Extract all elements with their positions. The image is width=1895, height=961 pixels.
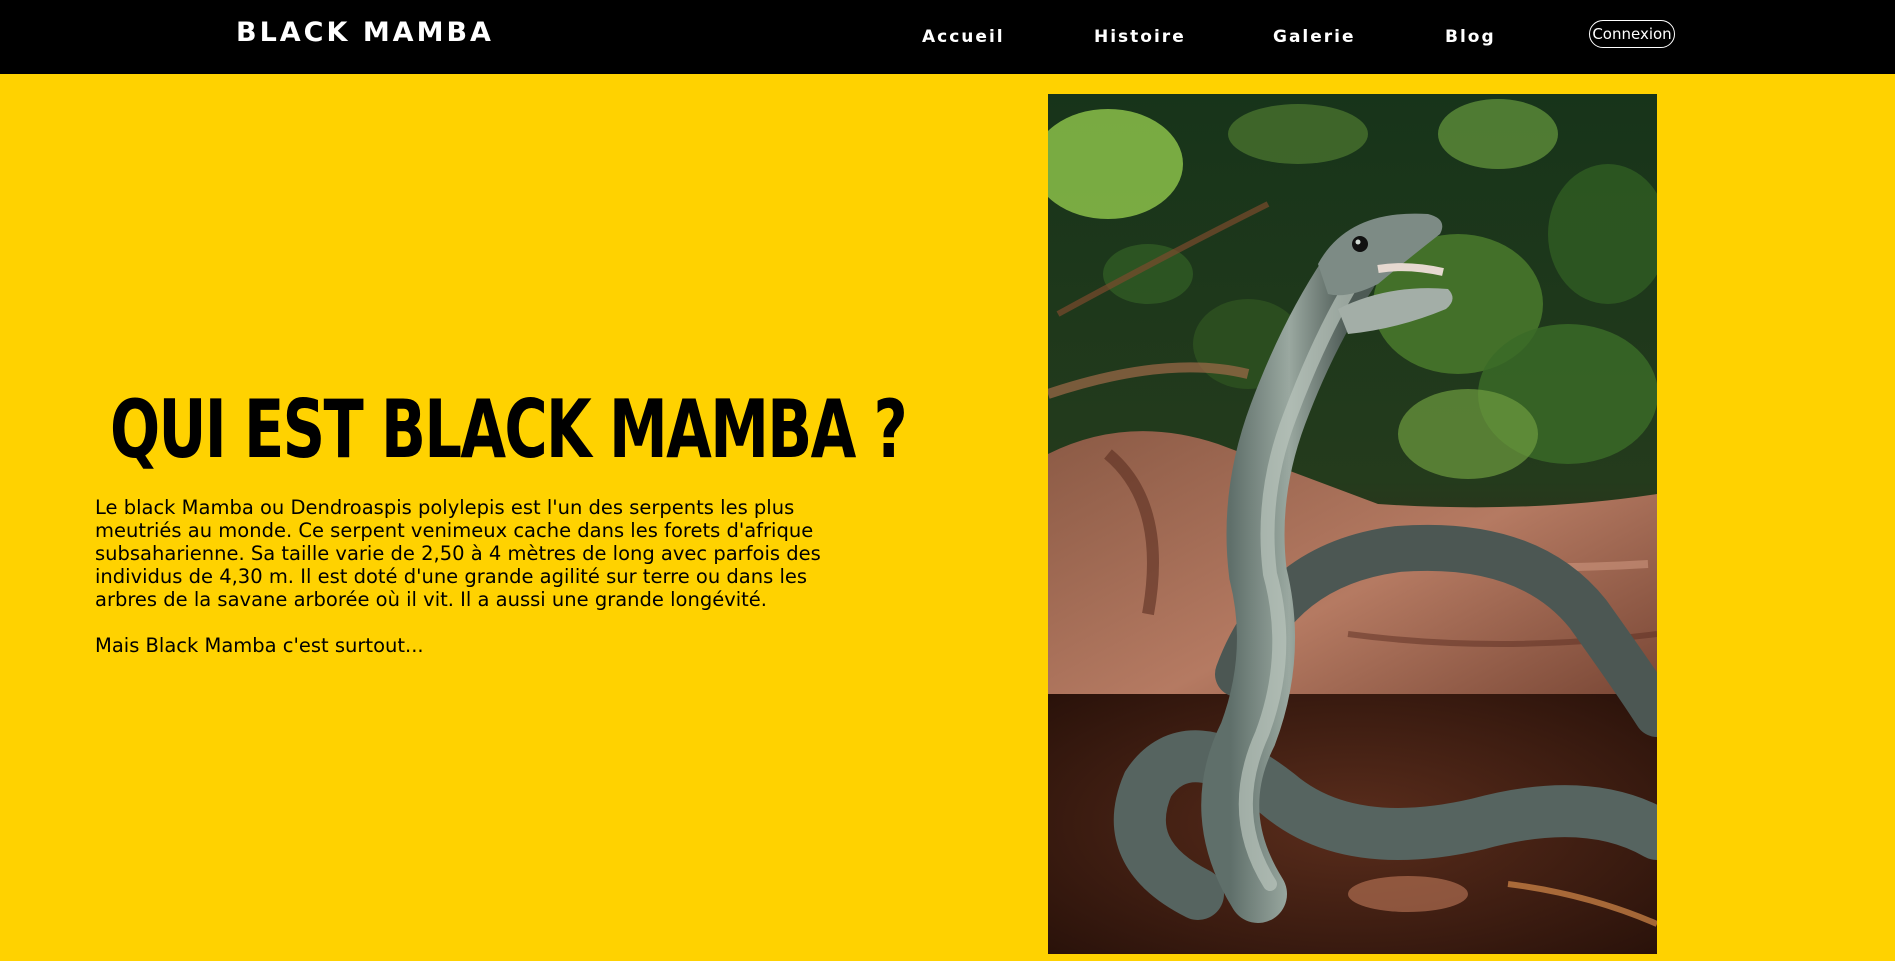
intro-paragraph: Le black Mamba ou Dendroaspis polylepis … bbox=[95, 496, 821, 611]
page-title: QUI EST BLACK MAMBA ? bbox=[110, 383, 908, 476]
nav-link-galerie[interactable]: Galerie bbox=[1273, 0, 1356, 74]
nav-link-histoire[interactable]: Histoire bbox=[1094, 0, 1186, 74]
login-button[interactable]: Connexion bbox=[1589, 20, 1675, 48]
site-logo[interactable]: BLACK MAMBA bbox=[236, 14, 494, 52]
nav-link-blog[interactable]: Blog bbox=[1445, 0, 1496, 74]
intro-tagline: Mais Black Mamba c'est surtout... bbox=[95, 634, 424, 657]
nav-link-accueil[interactable]: Accueil bbox=[922, 0, 1005, 74]
top-navigation-bar: BLACK MAMBA Accueil Histoire Galerie Blo… bbox=[0, 0, 1895, 74]
black-mamba-photo bbox=[1048, 94, 1657, 954]
intro-text: Le black Mamba ou Dendroaspis polylepis … bbox=[95, 496, 855, 680]
